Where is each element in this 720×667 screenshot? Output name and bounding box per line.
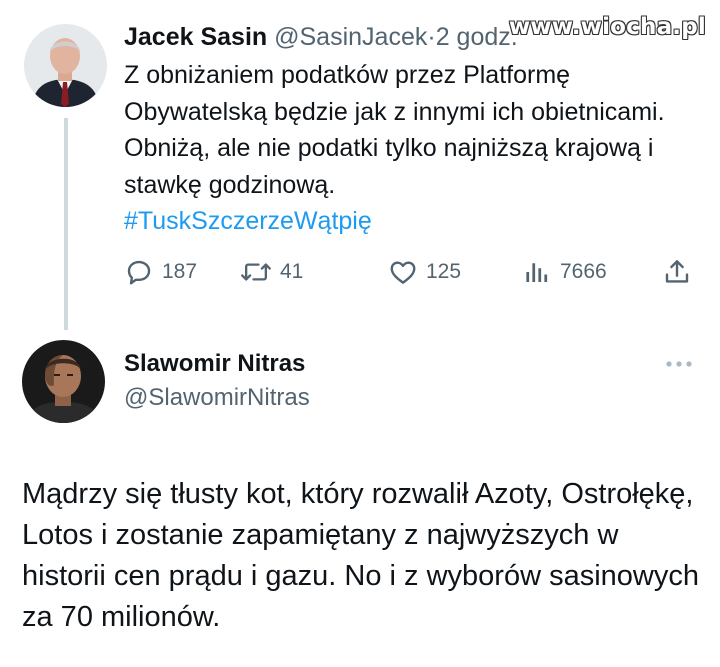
- reply-icon: [127, 260, 151, 285]
- watermark: www.wiocha.pl: [508, 14, 706, 40]
- reply-count: 187: [162, 260, 198, 283]
- tweet-header: Jacek Sasin @SasinJacek·2 godz.: [124, 20, 518, 54]
- like-button[interactable]: 125: [388, 255, 461, 289]
- tweet-jacek-sasin[interactable]: Jacek Sasin @SasinJacek·2 godz. Z obniża…: [0, 0, 720, 330]
- avatar-slawomir-nitras[interactable]: [22, 340, 105, 423]
- tweet-actions: 187 41 125 7666: [124, 255, 698, 289]
- separator-dot: ·: [427, 23, 436, 51]
- views-button[interactable]: 7666: [522, 255, 607, 289]
- hashtag-link[interactable]: #TuskSzczerzeWątpię: [124, 203, 684, 240]
- retweet-icon: [241, 263, 271, 281]
- tweet-text-body: Z obniżaniem podatków przez Platformę Ob…: [124, 61, 665, 199]
- tweet-time[interactable]: 2 godz.: [436, 23, 518, 51]
- tweet-text: Z obniżaniem podatków przez Platformę Ob…: [124, 57, 684, 240]
- more-icon[interactable]: [664, 356, 694, 372]
- views-count: 7666: [560, 260, 607, 283]
- retweet-button[interactable]: 41: [240, 255, 303, 289]
- author-name[interactable]: Jacek Sasin: [124, 23, 267, 51]
- share-icon: [665, 260, 689, 283]
- like-icon: [390, 261, 416, 284]
- author-name-2[interactable]: Slawomir Nitras: [124, 348, 305, 380]
- avatar-jacek-sasin[interactable]: [24, 24, 107, 107]
- author-handle[interactable]: @SasinJacek: [274, 23, 427, 51]
- tweet-text-2: Mądrzy się tłusty kot, który rozwalił Az…: [22, 478, 699, 633]
- like-count: 125: [426, 260, 462, 283]
- views-icon: [526, 263, 548, 282]
- share-button[interactable]: [662, 255, 700, 289]
- thread-line: [64, 118, 68, 330]
- author-handle-2[interactable]: @SlawomirNitras: [124, 382, 310, 414]
- retweet-count: 41: [280, 260, 304, 283]
- reply-button[interactable]: 187: [124, 255, 197, 289]
